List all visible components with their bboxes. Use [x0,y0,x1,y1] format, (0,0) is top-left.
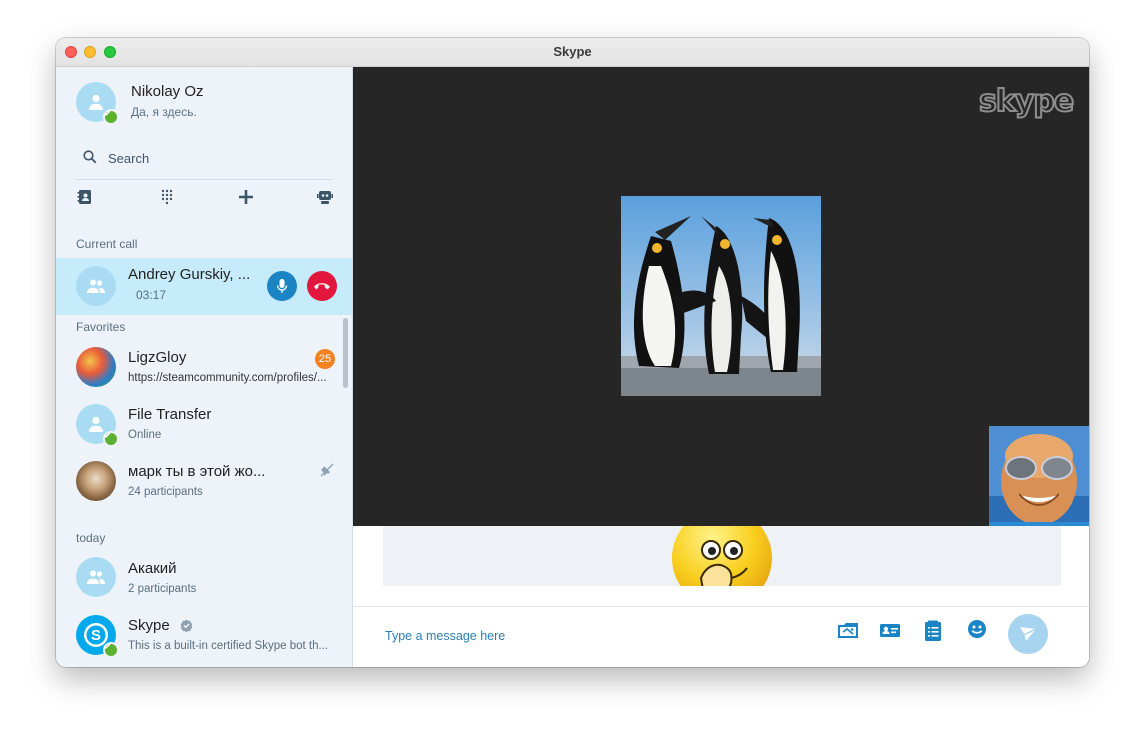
chat-subtitle: 2 participants [128,583,197,595]
current-call-header: Current call [76,237,138,251]
message-history[interactable] [383,526,1061,586]
online-status-icon [103,431,119,447]
contact-subtitle: Online [128,429,162,441]
chat-name: Акакий [128,560,177,577]
ligzgloy-avatar [76,347,116,387]
group-icon [87,279,105,293]
call-duration: 03:17 [136,288,167,302]
send-file-icon[interactable] [837,620,859,640]
self-avatar-image [989,426,1089,526]
sidebar-scrollbar[interactable] [343,318,348,388]
chat-name: Skype [128,617,170,634]
group-avatar [76,557,116,597]
chat-subtitle: This is a built-in certified Skype bot t… [128,640,329,652]
group-chat-avatar [76,461,116,501]
text-snippet-icon[interactable] [923,620,943,642]
microphone-icon [276,279,288,293]
chat-name: марк ты в этой жо... [128,463,266,480]
bot-icon[interactable] [316,188,334,206]
send-icon [1020,627,1037,641]
online-status-icon [103,109,119,125]
today-header: today [76,531,106,545]
facepalm-emoticon [672,526,772,586]
current-call-row[interactable]: Andrey Gurskiy, ... 03:17 [56,258,352,315]
online-status-icon [103,642,119,658]
contact-name: LigzGloy [128,349,187,366]
profile-status[interactable]: Да, я здесь. [131,105,197,119]
favorites-header: Favorites [76,320,126,334]
dialpad-icon[interactable] [158,188,176,206]
svg-text:S: S [91,627,101,644]
muted-notifications-icon [320,463,334,477]
compose-divider [353,606,1089,607]
call-participants-name: Andrey Gurskiy, ... [128,266,251,283]
skype-watermark: skype [978,83,1075,120]
hang-up-button[interactable] [307,271,337,301]
skype-bot-avatar: S [76,615,119,658]
search-icon[interactable] [83,150,97,164]
send-message-button[interactable] [1008,614,1048,654]
unread-count-badge: 25 [315,349,335,369]
profile-name[interactable]: Nikolay Oz [131,83,204,100]
group-avatar [76,266,116,306]
message-input[interactable]: Type a message here [385,629,505,643]
mute-button[interactable] [267,271,297,301]
self-video-preview[interactable] [989,426,1089,526]
window-title: Skype [553,44,592,59]
conversation-pane: skype Type a message here [353,67,1089,667]
video-call-area[interactable]: skype [353,67,1089,526]
title-bar: Skype [56,38,1089,67]
hang-up-icon [314,283,330,290]
verified-bot-icon [180,619,193,632]
file-transfer-avatar [76,404,119,447]
emoticon-icon[interactable] [967,619,987,639]
contact-name: File Transfer [128,406,212,423]
penguins-image [621,196,821,396]
send-contact-icon[interactable] [879,620,901,640]
search-underline [76,179,332,180]
plus-icon[interactable] [237,188,255,206]
contacts-icon[interactable] [76,188,94,206]
chat-subtitle: 24 participants [128,486,203,498]
skype-window: Skype Nikolay Oz Да, я здесь. Search Cur… [56,38,1089,667]
group-icon [87,570,105,584]
search-input[interactable]: Search [108,151,149,166]
sidebar: Nikolay Oz Да, я здесь. Search Current c… [56,67,353,667]
remote-video-feed [621,196,821,396]
contact-subtitle: https://steamcommunity.com/profiles/... [128,372,327,384]
my-avatar[interactable] [76,82,119,125]
